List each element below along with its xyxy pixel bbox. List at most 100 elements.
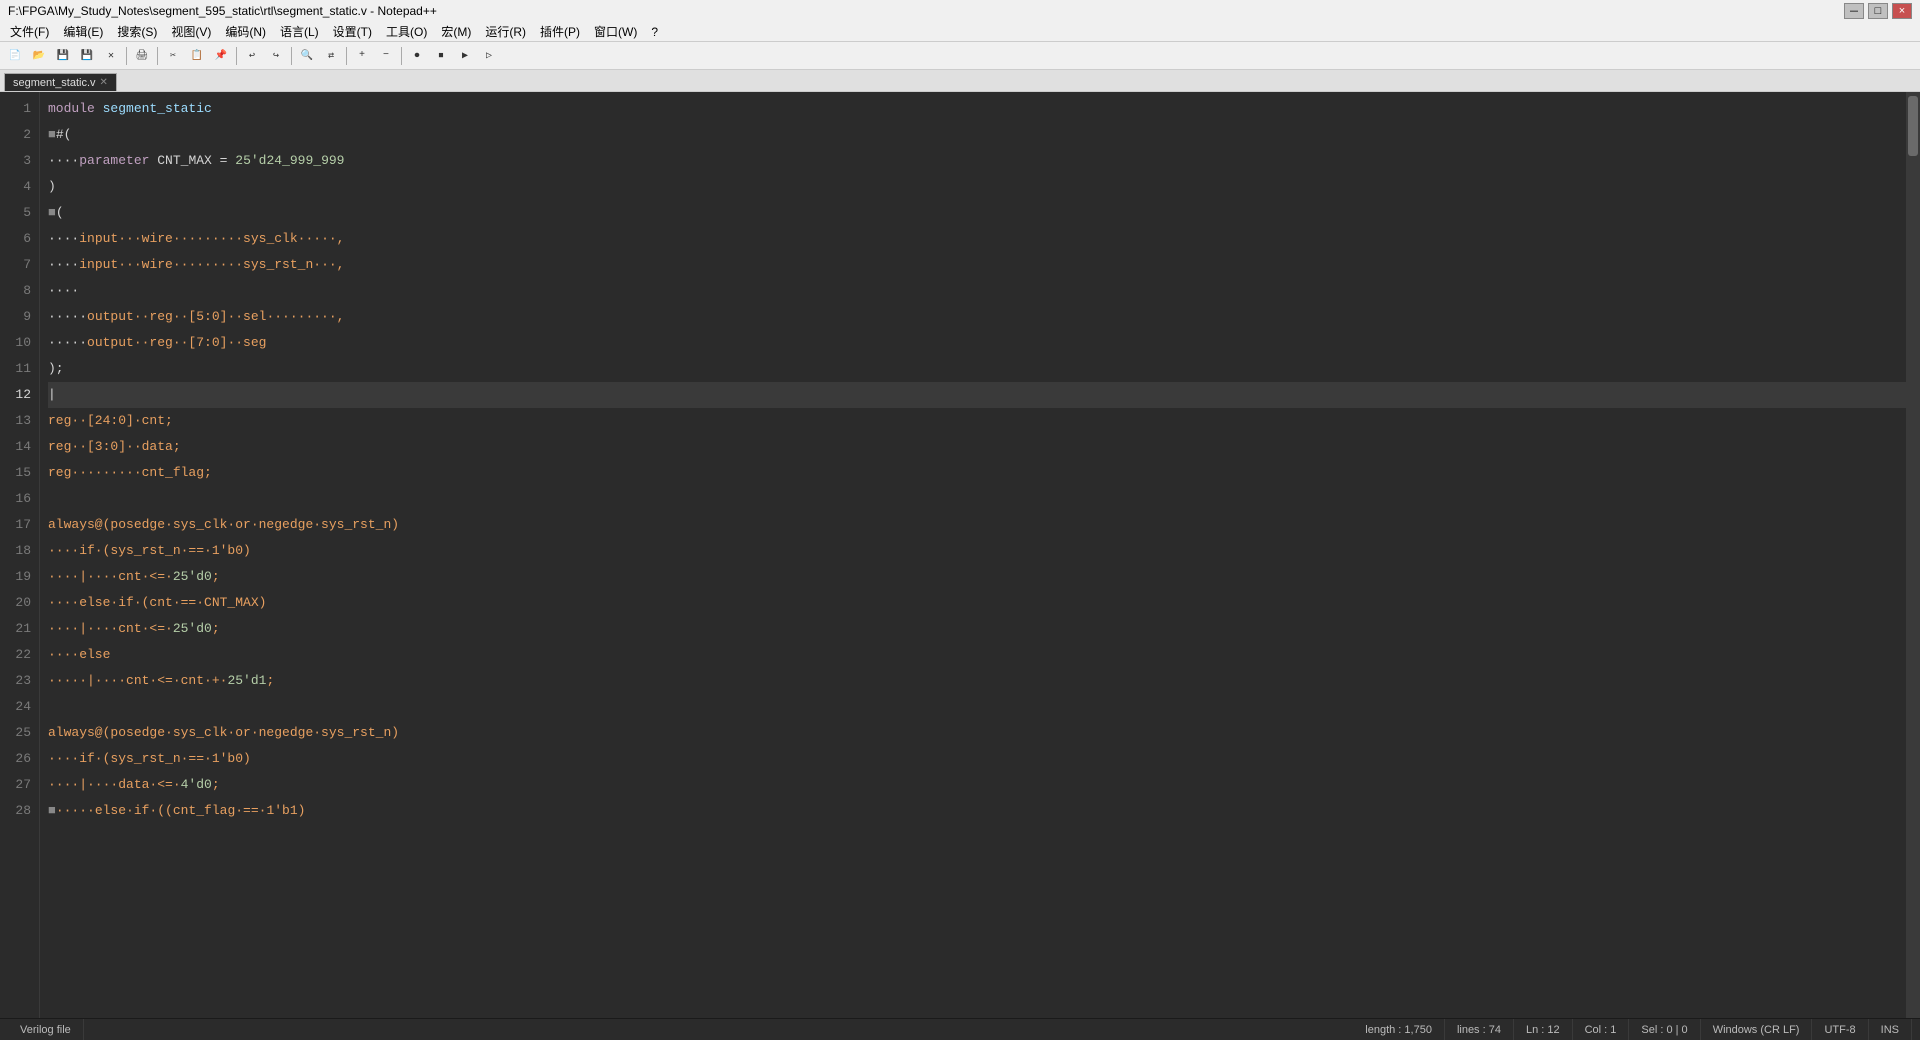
code-line-18[interactable]: ····if·(sys_rst_n·==·1'b0) <box>48 538 1906 564</box>
toolbar-sep-2 <box>157 47 158 65</box>
code-line-16[interactable] <box>48 486 1906 512</box>
tab-label: segment_static.v <box>13 77 96 89</box>
tb-zoomin[interactable]: + <box>351 45 373 67</box>
line-num-12: 12 <box>4 382 31 408</box>
title-bar: F:\FPGA\My_Study_Notes\segment_595_stati… <box>0 0 1920 22</box>
tb-save[interactable]: 💾 <box>52 45 74 67</box>
title-text: F:\FPGA\My_Study_Notes\segment_595_stati… <box>8 4 437 18</box>
code-line-20[interactable]: ····else·if·(cnt·==·CNT_MAX) <box>48 590 1906 616</box>
line-num-13: 13 <box>4 408 31 434</box>
code-line-2[interactable]: ■#( <box>48 122 1906 148</box>
menu-item-e[interactable]: 编辑(E) <box>57 22 109 41</box>
scrollbar-thumb[interactable] <box>1908 96 1918 156</box>
menu-item-[interactable]: ? <box>645 22 664 41</box>
menu-item-w[interactable]: 窗口(W) <box>588 22 643 41</box>
code-line-4[interactable]: ) <box>48 174 1906 200</box>
code-line-3[interactable]: ····parameter CNT_MAX = 25'd24_999_999 <box>48 148 1906 174</box>
menu-item-t[interactable]: 设置(T) <box>327 22 378 41</box>
tab-segment-static[interactable]: segment_static.v ✕ <box>4 73 117 91</box>
tab-close-icon[interactable]: ✕ <box>100 77 108 88</box>
vertical-scrollbar[interactable] <box>1906 92 1920 1018</box>
line-num-24: 24 <box>4 694 31 720</box>
menu-item-m[interactable]: 宏(M) <box>435 22 477 41</box>
toolbar-sep-4 <box>291 47 292 65</box>
tb-macro-run[interactable]: ▷ <box>478 45 500 67</box>
menu-bar: 文件(F)编辑(E)搜索(S)视图(V)编码(N)语言(L)设置(T)工具(O)… <box>0 22 1920 42</box>
menu-item-v[interactable]: 视图(V) <box>165 22 217 41</box>
code-line-22[interactable]: ····else <box>48 642 1906 668</box>
tb-macro-play[interactable]: ▶ <box>454 45 476 67</box>
code-line-14[interactable]: reg··[3:0]··data; <box>48 434 1906 460</box>
tb-copy[interactable]: 📋 <box>186 45 208 67</box>
code-line-24[interactable] <box>48 694 1906 720</box>
line-num-3: 3 <box>4 148 31 174</box>
tb-print[interactable]: 🖨 <box>131 45 153 67</box>
tb-close[interactable]: ✕ <box>100 45 122 67</box>
sel-status: Sel : 0 | 0 <box>1629 1019 1700 1040</box>
menu-item-f[interactable]: 文件(F) <box>4 22 55 41</box>
tb-zoomout[interactable]: − <box>375 45 397 67</box>
tb-saveall[interactable]: 💾 <box>76 45 98 67</box>
tb-redo[interactable]: ↪ <box>265 45 287 67</box>
line-num-10: 10 <box>4 330 31 356</box>
code-area[interactable]: module segment_static■#(····parameter CN… <box>40 92 1906 1018</box>
line-ending-status: Windows (CR LF) <box>1701 1019 1813 1040</box>
line-num-15: 15 <box>4 460 31 486</box>
line-num-14: 14 <box>4 434 31 460</box>
line-num-26: 26 <box>4 746 31 772</box>
tb-replace[interactable]: ⇄ <box>320 45 342 67</box>
lines-status: lines : 74 <box>1445 1019 1514 1040</box>
line-num-6: 6 <box>4 226 31 252</box>
code-line-23[interactable]: ·····|····cnt·<=·cnt·+·25'd1; <box>48 668 1906 694</box>
code-line-8[interactable]: ···· <box>48 278 1906 304</box>
maximize-button[interactable]: □ <box>1868 3 1888 19</box>
editor-container: 1234567891011121314151617181920212223242… <box>0 92 1920 1018</box>
toolbar-sep-1 <box>126 47 127 65</box>
code-line-12[interactable]: | <box>48 382 1906 408</box>
menu-item-n[interactable]: 编码(N) <box>219 22 272 41</box>
tb-open[interactable]: 📂 <box>28 45 50 67</box>
code-line-10[interactable]: ·····output··reg··[7:0]··seg <box>48 330 1906 356</box>
line-num-7: 7 <box>4 252 31 278</box>
code-line-13[interactable]: reg··[24:0]·cnt; <box>48 408 1906 434</box>
tb-macro-record[interactable]: ⏺ <box>406 45 428 67</box>
line-num-17: 17 <box>4 512 31 538</box>
code-line-28[interactable]: ■·····else·if·((cnt_flag·==·1'b1) <box>48 798 1906 824</box>
code-line-7[interactable]: ····input···wire·········sys_rst_n···, <box>48 252 1906 278</box>
code-line-19[interactable]: ····|····cnt·<=·25'd0; <box>48 564 1906 590</box>
tb-cut[interactable]: ✂ <box>162 45 184 67</box>
tb-paste[interactable]: 📌 <box>210 45 232 67</box>
menu-item-p[interactable]: 插件(P) <box>534 22 586 41</box>
code-line-25[interactable]: always@(posedge·sys_clk·or·negedge·sys_r… <box>48 720 1906 746</box>
line-num-19: 19 <box>4 564 31 590</box>
code-line-27[interactable]: ····|····data·<=·4'd0; <box>48 772 1906 798</box>
line-num-4: 4 <box>4 174 31 200</box>
code-line-9[interactable]: ·····output··reg··[5:0]··sel·········, <box>48 304 1906 330</box>
line-num-11: 11 <box>4 356 31 382</box>
tb-new[interactable]: 📄 <box>4 45 26 67</box>
code-line-1[interactable]: module segment_static <box>48 96 1906 122</box>
line-num-5: 5 <box>4 200 31 226</box>
code-line-21[interactable]: ····|····cnt·<=·25'd0; <box>48 616 1906 642</box>
line-num-9: 9 <box>4 304 31 330</box>
menu-item-o[interactable]: 工具(O) <box>380 22 433 41</box>
toolbar: 📄 📂 💾 💾 ✕ 🖨 ✂ 📋 📌 ↩ ↪ 🔍 ⇄ + − ⏺ ⏹ ▶ ▷ <box>0 42 1920 70</box>
toolbar-sep-6 <box>401 47 402 65</box>
tb-macro-stop[interactable]: ⏹ <box>430 45 452 67</box>
tb-find[interactable]: 🔍 <box>296 45 318 67</box>
code-line-26[interactable]: ····if·(sys_rst_n·==·1'b0) <box>48 746 1906 772</box>
code-line-11[interactable]: ); <box>48 356 1906 382</box>
minimize-button[interactable]: － <box>1844 3 1864 19</box>
line-num-18: 18 <box>4 538 31 564</box>
code-line-6[interactable]: ····input···wire·········sys_clk·····, <box>48 226 1906 252</box>
menu-item-l[interactable]: 语言(L) <box>274 22 325 41</box>
tb-undo[interactable]: ↩ <box>241 45 263 67</box>
close-button[interactable]: × <box>1892 3 1912 19</box>
code-line-5[interactable]: ■( <box>48 200 1906 226</box>
menu-item-s[interactable]: 搜索(S) <box>111 22 163 41</box>
col-status: Col : 1 <box>1573 1019 1630 1040</box>
code-line-15[interactable]: reg·········cnt_flag; <box>48 460 1906 486</box>
code-line-17[interactable]: always@(posedge·sys_clk·or·negedge·sys_r… <box>48 512 1906 538</box>
menu-item-r[interactable]: 运行(R) <box>479 22 532 41</box>
line-num-2: 2 <box>4 122 31 148</box>
